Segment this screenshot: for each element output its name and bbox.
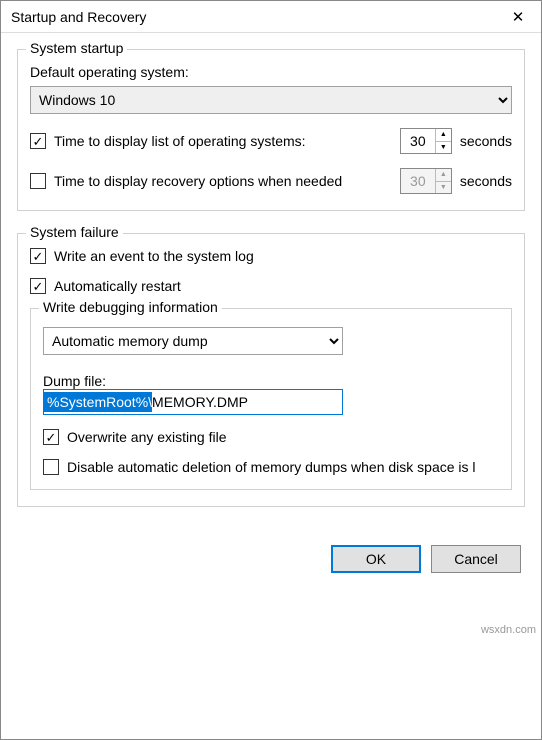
spinner-down-icon[interactable]: ▼	[436, 142, 451, 154]
write-event-row: ✓ Write an event to the system log	[30, 248, 512, 264]
write-event-label: Write an event to the system log	[54, 248, 254, 264]
display-os-list-seconds-spinner[interactable]: 30 ▲ ▼	[400, 128, 452, 154]
ok-button[interactable]: OK	[331, 545, 421, 573]
overwrite-row: ✓ Overwrite any existing file	[43, 429, 499, 445]
disable-delete-label: Disable automatic deletion of memory dum…	[67, 459, 476, 475]
debug-type-select[interactable]: Automatic memory dump	[43, 327, 343, 355]
display-recovery-label: Time to display recovery options when ne…	[54, 173, 392, 189]
disable-delete-checkbox[interactable]	[43, 459, 59, 475]
default-os-label: Default operating system:	[30, 64, 512, 80]
overwrite-label: Overwrite any existing file	[67, 429, 227, 445]
display-os-list-checkbox[interactable]: ✓	[30, 133, 46, 149]
cancel-button[interactable]: Cancel	[431, 545, 521, 573]
seconds-suffix: seconds	[460, 173, 512, 189]
display-os-list-row: ✓ Time to display list of operating syst…	[30, 128, 512, 154]
dump-file-selected-text: %SystemRoot%\	[44, 392, 152, 412]
display-recovery-checkbox[interactable]	[30, 173, 46, 189]
dump-file-label: Dump file:	[43, 373, 499, 389]
disable-delete-row: Disable automatic deletion of memory dum…	[43, 459, 499, 475]
display-os-list-label: Time to display list of operating system…	[54, 133, 392, 149]
write-event-checkbox[interactable]: ✓	[30, 248, 46, 264]
default-os-select[interactable]: Windows 10	[30, 86, 512, 114]
auto-restart-label: Automatically restart	[54, 278, 181, 294]
display-os-list-seconds-value: 30	[401, 129, 435, 153]
auto-restart-row: ✓ Automatically restart	[30, 278, 512, 294]
system-startup-title: System startup	[26, 40, 127, 56]
overwrite-checkbox[interactable]: ✓	[43, 429, 59, 445]
write-debug-info-title: Write debugging information	[39, 299, 222, 315]
display-recovery-seconds-value: 30	[401, 169, 435, 193]
spinner-up-icon: ▲	[436, 169, 451, 182]
auto-restart-checkbox[interactable]: ✓	[30, 278, 46, 294]
dialog-footer: OK Cancel	[1, 529, 541, 589]
system-failure-title: System failure	[26, 224, 123, 240]
seconds-suffix: seconds	[460, 133, 512, 149]
dump-file-rest-text: MEMORY.DMP	[152, 392, 248, 412]
system-startup-group: System startup Default operating system:…	[17, 49, 525, 211]
spinner-arrows: ▲ ▼	[435, 169, 451, 193]
system-failure-group: System failure ✓ Write an event to the s…	[17, 233, 525, 507]
spinner-arrows: ▲ ▼	[435, 129, 451, 153]
window-title: Startup and Recovery	[11, 9, 146, 25]
watermark: wsxdn.com	[481, 624, 536, 636]
close-button[interactable]: ✕	[495, 1, 541, 33]
display-recovery-row: Time to display recovery options when ne…	[30, 168, 512, 194]
spinner-down-icon: ▼	[436, 182, 451, 194]
display-recovery-seconds-spinner: 30 ▲ ▼	[400, 168, 452, 194]
spinner-up-icon[interactable]: ▲	[436, 129, 451, 142]
dump-file-input[interactable]: %SystemRoot%\MEMORY.DMP	[43, 389, 343, 415]
dialog-content: System startup Default operating system:…	[1, 33, 541, 507]
titlebar: Startup and Recovery ✕	[1, 1, 541, 33]
close-icon: ✕	[512, 8, 525, 26]
write-debug-info-group: Write debugging information Automatic me…	[30, 308, 512, 490]
